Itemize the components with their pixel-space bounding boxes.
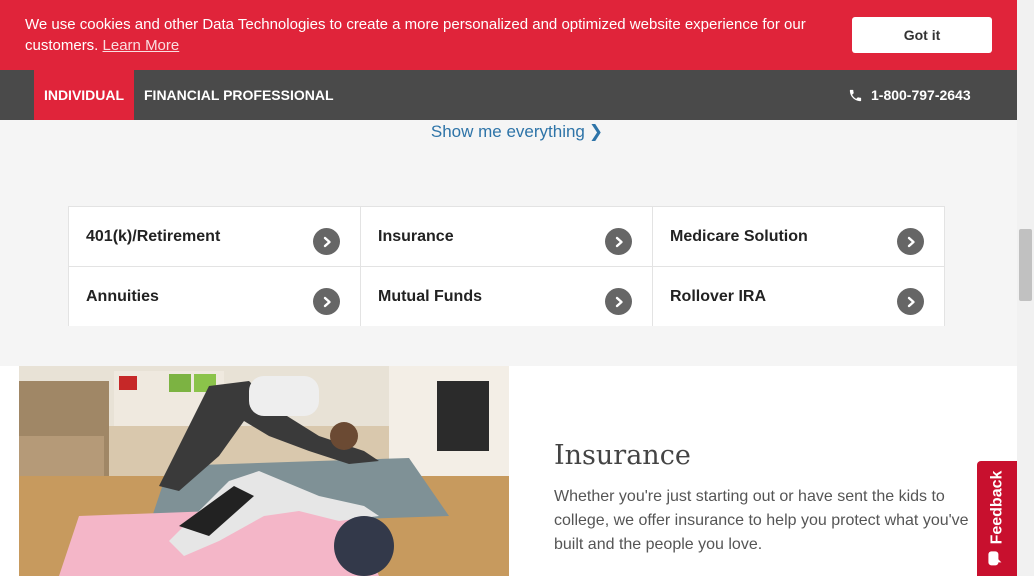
show-everything-link[interactable]: Show me everything ❯ [0, 122, 1034, 142]
learn-more-link[interactable]: Learn More [103, 37, 180, 54]
category-annuities[interactable]: Annuities [69, 267, 360, 326]
phone-link[interactable]: 1-800-797-2643 [848, 70, 971, 120]
chat-icon [987, 550, 1008, 566]
category-grid: 401(k)/Retirement Insurance Medicare Sol… [68, 206, 945, 326]
category-medicare-solution[interactable]: Medicare Solution [653, 207, 944, 266]
arrow-right-icon [897, 228, 924, 255]
page-scrollbar[interactable] [1017, 0, 1034, 576]
category-401k-retirement[interactable]: 401(k)/Retirement [69, 207, 360, 266]
feedback-tab[interactable]: Feedback [977, 461, 1017, 576]
category-label: Annuities [86, 288, 159, 305]
arrow-right-icon [605, 228, 632, 255]
phone-number: 1-800-797-2643 [871, 87, 971, 103]
cookie-banner: We use cookies and other Data Technologi… [0, 0, 1017, 70]
chevron-right-icon: ❯ [588, 122, 604, 141]
arrow-right-icon [897, 288, 924, 315]
category-label: Mutual Funds [378, 288, 482, 305]
category-insurance[interactable]: Insurance [361, 207, 652, 266]
insurance-description: Whether you're just starting out or have… [554, 488, 969, 553]
insurance-heading: Insurance [554, 440, 691, 471]
arrow-right-icon [313, 288, 340, 315]
scrollbar-thumb[interactable] [1019, 229, 1032, 301]
top-nav: INDIVIDUAL FINANCIAL PROFESSIONAL 1-800-… [0, 70, 1017, 120]
phone-icon [848, 88, 863, 103]
nav-financial-professional[interactable]: FINANCIAL PROFESSIONAL [144, 70, 334, 120]
arrow-right-icon [605, 288, 632, 315]
category-label: 401(k)/Retirement [86, 228, 221, 245]
cookie-message: We use cookies and other Data Technologi… [25, 14, 815, 56]
arrow-right-icon [313, 228, 340, 255]
category-rollover-ira[interactable]: Rollover IRA [653, 267, 944, 326]
yoga-family-photo [19, 366, 509, 576]
category-label: Rollover IRA [670, 288, 767, 305]
category-mutual-funds[interactable]: Mutual Funds [361, 267, 652, 326]
got-it-button[interactable]: Got it [852, 17, 992, 53]
category-label: Insurance [378, 228, 454, 245]
feedback-label: Feedback [988, 470, 1005, 545]
show-everything-label: Show me everything [430, 122, 585, 141]
category-label: Medicare Solution [670, 228, 808, 245]
nav-individual[interactable]: INDIVIDUAL [34, 70, 134, 120]
